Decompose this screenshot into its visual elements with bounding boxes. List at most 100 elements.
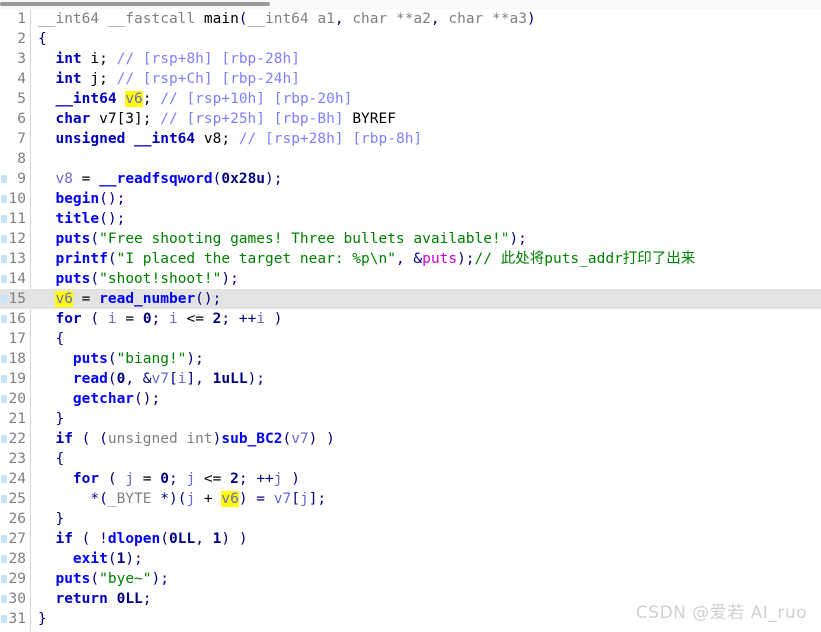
code-token: "I placed the target near: %p\n" xyxy=(116,251,396,267)
code-text: { xyxy=(38,29,47,49)
code-text: printf("I placed the target near: %p\n",… xyxy=(38,249,695,269)
code-line[interactable]: 29 puts("bye~"); xyxy=(0,569,821,589)
code-token: "bye~" xyxy=(99,571,152,587)
pseudocode-editor[interactable]: 1 __int64 __fastcall main(__int64 a1, cha… xyxy=(0,9,821,632)
scrollbar-track[interactable] xyxy=(270,0,821,8)
code-token: ( xyxy=(90,571,100,587)
code-token: ); xyxy=(151,571,169,587)
code-line[interactable]: 13 printf("I placed the target near: %p\… xyxy=(0,249,821,269)
code-token: = xyxy=(134,471,161,487)
code-line[interactable]: 3 int i; // [rsp+8h] [rbp-28h] xyxy=(0,49,821,69)
code-token: *)( xyxy=(160,491,187,507)
code-token: ( xyxy=(107,351,117,367)
code-line[interactable]: 22 if ( (unsigned int)sub_BC2(v7) ) xyxy=(0,429,821,449)
line-number: 12 xyxy=(8,231,26,247)
code-line[interactable]: 15 v6 = read_number(); xyxy=(0,289,821,309)
code-text: } xyxy=(38,609,47,629)
code-token: **a3 xyxy=(492,11,527,27)
code-text: puts("shoot!shoot!"); xyxy=(38,269,238,289)
code-token: , & xyxy=(125,371,152,387)
code-line[interactable]: 1 __int64 __fastcall main(__int64 a1, cha… xyxy=(0,9,821,29)
code-token: i xyxy=(169,311,178,327)
code-token: puts xyxy=(55,571,91,587)
code-line[interactable]: 12 puts("Free shooting games! Three bull… xyxy=(0,229,821,249)
code-text: *(_BYTE *)(j + v6) = v7[j]; xyxy=(38,489,326,509)
code-token: + xyxy=(195,491,222,507)
code-token: ( xyxy=(81,311,108,327)
code-line[interactable]: 14 puts("shoot!shoot!"); xyxy=(0,269,821,289)
code-token: = xyxy=(72,291,100,307)
code-token: for xyxy=(55,311,82,327)
code-line[interactable]: 9 v8 = __readfsqword(0x28u); xyxy=(0,169,821,189)
code-text: if ( (unsigned int)sub_BC2(v7) ) xyxy=(38,429,334,449)
line-number: 27 xyxy=(8,531,26,547)
code-line[interactable]: 17 { xyxy=(0,329,821,349)
code-line[interactable]: 25 *(_BYTE *)(j + v6) = v7[j]; xyxy=(0,489,821,509)
code-text: } xyxy=(38,509,64,529)
code-line[interactable]: 23 { xyxy=(0,449,821,469)
code-token: ( xyxy=(90,231,100,247)
code-token: begin xyxy=(55,191,100,207)
code-line[interactable]: 6 char v7[3]; // [rsp+25h] [rbp-Bh] BYRE… xyxy=(0,109,821,129)
code-token: ; xyxy=(169,471,187,487)
code-text: puts("Free shooting games! Three bullets… xyxy=(38,229,526,249)
code-token: v6 xyxy=(221,491,239,507)
code-line[interactable]: 5 __int64 v6; // [rsp+10h] [rbp-20h] xyxy=(0,89,821,109)
code-token: { xyxy=(38,331,65,347)
code-token: (); xyxy=(99,211,126,227)
code-token: i; xyxy=(81,51,117,67)
code-token: ) xyxy=(526,11,536,27)
code-token: v6 xyxy=(125,91,143,107)
code-token: v7 xyxy=(291,431,309,447)
code-line[interactable]: 4 int j; // [rsp+Ch] [rbp-24h] xyxy=(0,69,821,89)
code-line[interactable]: 11 title(); xyxy=(0,209,821,229)
code-token: ; xyxy=(142,91,161,107)
code-token: ); xyxy=(125,551,143,567)
code-token: ) = xyxy=(238,491,274,507)
code-token: char xyxy=(55,111,91,127)
code-token: v8 xyxy=(55,171,73,187)
code-token: // xyxy=(238,131,266,147)
code-text: getchar(); xyxy=(38,389,160,409)
code-line[interactable]: 18 puts("biang!"); xyxy=(0,349,821,369)
code-token: ; ++ xyxy=(238,471,274,487)
code-token: 1uLL xyxy=(212,371,248,387)
code-line[interactable]: 24 for ( j = 0; j <= 2; ++j ) xyxy=(0,469,821,489)
code-line[interactable]: 26 } xyxy=(0,509,821,529)
code-line[interactable]: 8 xyxy=(0,149,821,169)
code-token: if xyxy=(55,431,73,447)
code-token: char xyxy=(352,11,396,27)
code-line[interactable]: 10 begin(); xyxy=(0,189,821,209)
code-token: [rsp+Ch] [rbp-24h] xyxy=(142,71,300,87)
code-line[interactable]: 7 unsigned __int64 v8; // [rsp+28h] [rbp… xyxy=(0,129,821,149)
code-token: read xyxy=(72,371,108,387)
code-token: } xyxy=(38,411,65,427)
code-token: ( ! xyxy=(72,531,108,547)
code-token: getchar xyxy=(72,391,135,407)
line-number: 8 xyxy=(17,151,26,167)
code-line[interactable]: 21 } xyxy=(0,409,821,429)
code-line[interactable]: 28 exit(1); xyxy=(0,549,821,569)
code-line[interactable]: 16 for ( i = 0; i <= 2; ++i ) xyxy=(0,309,821,329)
line-number: 10 xyxy=(8,191,26,207)
code-line[interactable]: 19 read(0, &v7[i], 1uLL); xyxy=(0,369,821,389)
scrollbar-thumb[interactable] xyxy=(0,2,270,6)
code-line[interactable]: 27 if ( !dlopen(0LL, 1) ) xyxy=(0,529,821,549)
code-text: int i; // [rsp+8h] [rbp-28h] xyxy=(38,49,299,69)
code-line[interactable]: 2{ xyxy=(0,29,821,49)
code-token: exit xyxy=(72,551,108,567)
code-line[interactable]: 20 getchar(); xyxy=(0,389,821,409)
line-number: 15 xyxy=(8,291,26,307)
line-number: 31 xyxy=(8,611,26,627)
code-token: ( xyxy=(99,471,126,487)
line-number: 25 xyxy=(8,491,26,507)
code-token: ); xyxy=(186,351,204,367)
code-token: 0 xyxy=(160,471,169,487)
